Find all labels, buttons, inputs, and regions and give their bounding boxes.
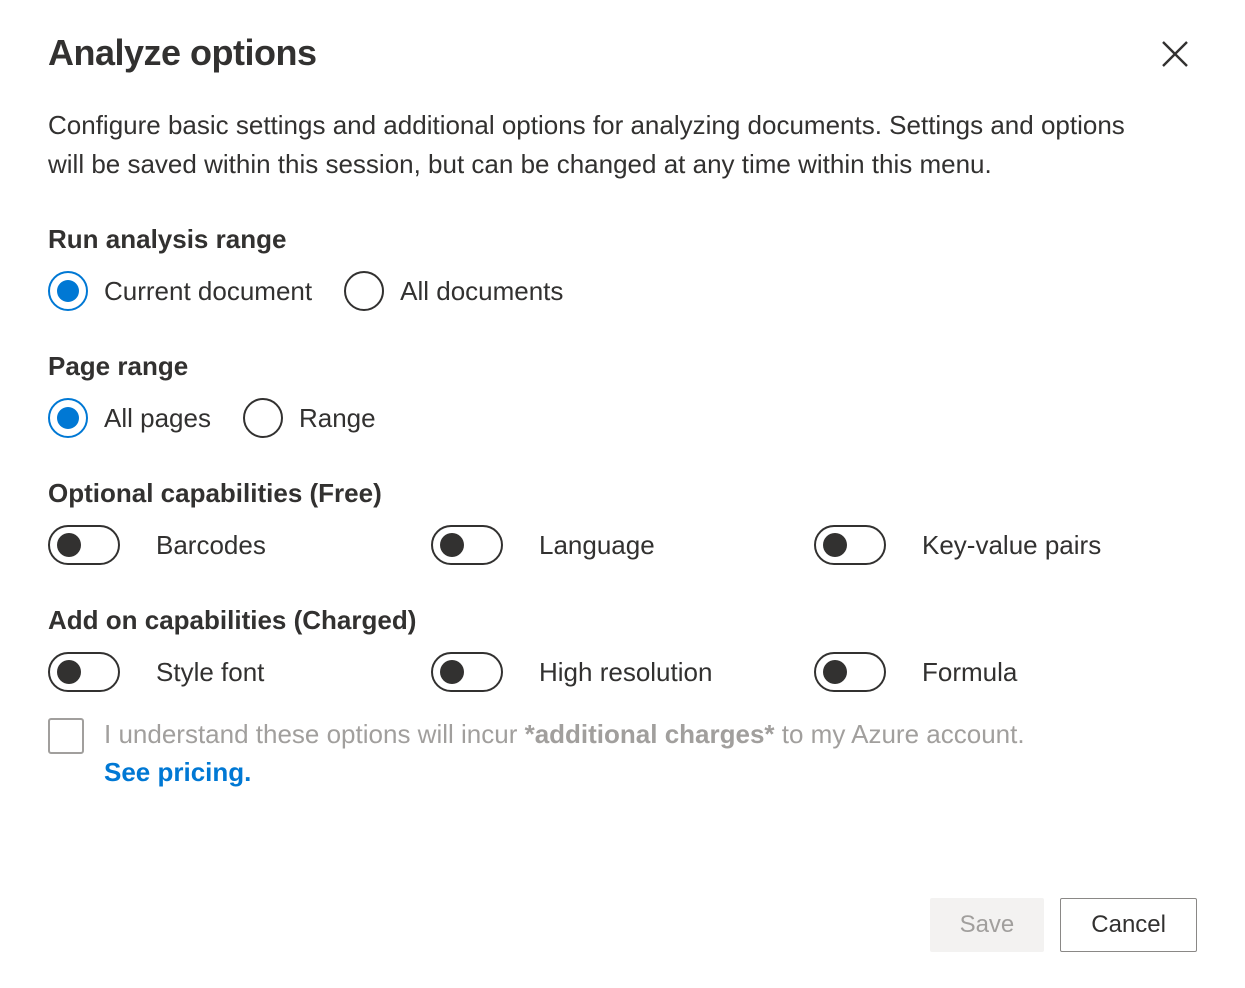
close-icon (1161, 40, 1189, 68)
toggle-switch[interactable] (814, 652, 886, 692)
toggle-label: Key-value pairs (922, 530, 1101, 561)
consent-bold: *additional charges* (525, 719, 775, 749)
toggle-formula: Formula (814, 652, 1197, 692)
toggle-style-font: Style font (48, 652, 431, 692)
addon-capabilities-group: Style font High resolution Formula (48, 652, 1197, 692)
radio-icon (243, 398, 283, 438)
radio-label: Current document (104, 276, 312, 307)
analyze-options-panel: Analyze options Configure basic settings… (0, 0, 1245, 988)
addon-capabilities-label: Add on capabilities (Charged) (48, 605, 1197, 636)
cancel-button[interactable]: Cancel (1060, 898, 1197, 952)
radio-label: All documents (400, 276, 563, 307)
radio-label: All pages (104, 403, 211, 434)
panel-description: Configure basic settings and additional … (48, 106, 1128, 184)
toggle-switch[interactable] (431, 652, 503, 692)
charges-consent-text: I understand these options will incur *a… (104, 716, 1025, 791)
radio-icon (48, 271, 88, 311)
close-button[interactable] (1153, 32, 1197, 76)
radio-icon (48, 398, 88, 438)
toggle-switch[interactable] (814, 525, 886, 565)
toggle-language: Language (431, 525, 814, 565)
run-analysis-range-label: Run analysis range (48, 224, 1197, 255)
toggle-switch[interactable] (48, 525, 120, 565)
toggle-switch[interactable] (48, 652, 120, 692)
page-range-group: All pages Range (48, 398, 1197, 438)
radio-all-pages[interactable]: All pages (48, 398, 211, 438)
optional-capabilities-group: Barcodes Language Key-value pairs (48, 525, 1197, 565)
radio-range[interactable]: Range (243, 398, 376, 438)
toggle-label: Formula (922, 657, 1017, 688)
toggle-barcodes: Barcodes (48, 525, 431, 565)
toggle-high-resolution: High resolution (431, 652, 814, 692)
see-pricing-link[interactable]: See pricing. (104, 757, 251, 787)
toggle-label: Language (539, 530, 655, 561)
consent-prefix: I understand these options will incur (104, 719, 525, 749)
radio-label: Range (299, 403, 376, 434)
toggle-key-value-pairs: Key-value pairs (814, 525, 1197, 565)
radio-current-document[interactable]: Current document (48, 271, 312, 311)
toggle-label: Barcodes (156, 530, 266, 561)
page-range-label: Page range (48, 351, 1197, 382)
radio-all-documents[interactable]: All documents (344, 271, 563, 311)
radio-icon (344, 271, 384, 311)
consent-suffix: to my Azure account. (775, 719, 1025, 749)
toggle-label: Style font (156, 657, 264, 688)
charges-consent-row: I understand these options will incur *a… (48, 716, 1197, 791)
save-button[interactable]: Save (930, 898, 1045, 952)
panel-footer: Save Cancel (930, 898, 1197, 952)
run-analysis-range-group: Current document All documents (48, 271, 1197, 311)
panel-header: Analyze options (48, 32, 1197, 106)
toggle-switch[interactable] (431, 525, 503, 565)
charges-consent-checkbox[interactable] (48, 718, 84, 754)
toggle-label: High resolution (539, 657, 712, 688)
panel-title: Analyze options (48, 32, 317, 74)
optional-capabilities-label: Optional capabilities (Free) (48, 478, 1197, 509)
